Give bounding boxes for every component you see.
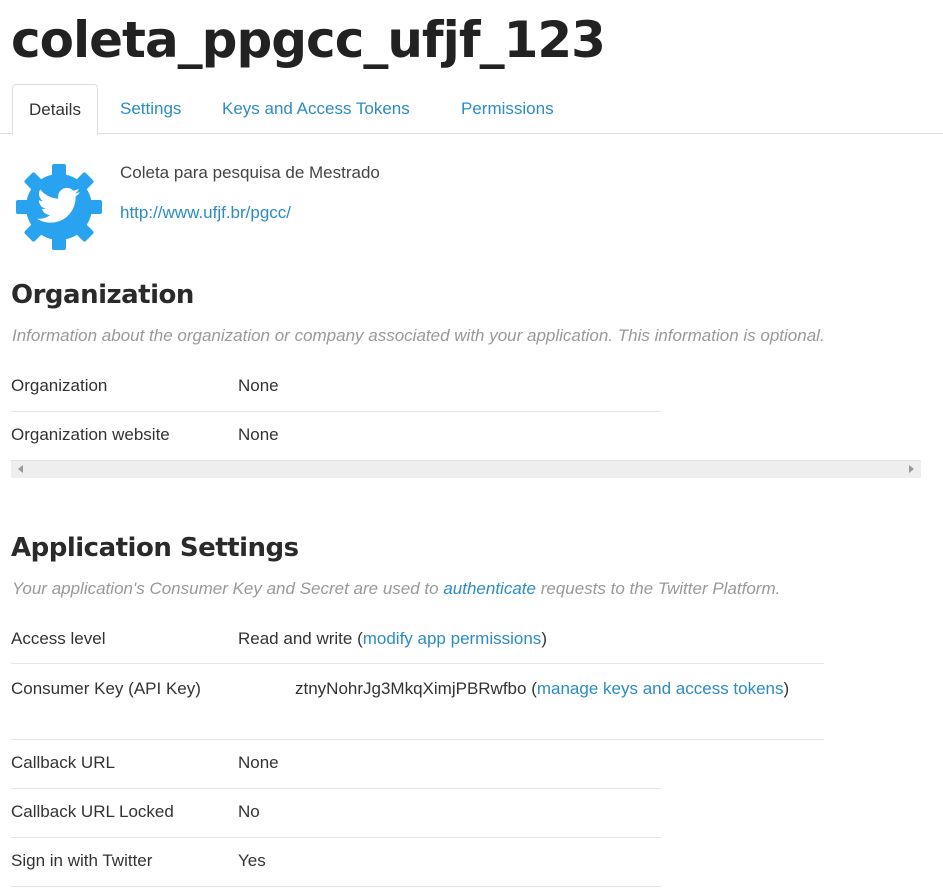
paren-open: (: [526, 679, 537, 698]
callback-url-label: Callback URL: [11, 753, 115, 772]
access-level-row: Access level Read and write (modify app …: [11, 615, 661, 664]
organization-row: Organization None: [11, 362, 661, 412]
access-level-label: Access level: [11, 629, 106, 648]
tab-bar: Details Settings Keys and Access Tokens …: [0, 84, 943, 135]
organization-website-label: Organization website: [11, 425, 170, 444]
tab-keys-and-access-tokens[interactable]: Keys and Access Tokens: [222, 84, 410, 134]
organization-website-row: Organization website None: [11, 412, 661, 460]
access-level-value: Read and write (modify app permissions): [238, 629, 547, 649]
modify-app-permissions-link[interactable]: modify app permissions: [363, 629, 542, 648]
organization-label: Organization: [11, 376, 108, 395]
manage-keys-link[interactable]: manage keys and access tokens: [537, 679, 784, 698]
organization-note: Information about the organization or co…: [12, 326, 825, 345]
paren-open: (: [352, 629, 363, 648]
scroll-left-arrow-icon[interactable]: [18, 465, 23, 473]
sign-in-with-twitter-row: Sign in with Twitter Yes: [11, 838, 661, 887]
consumer-key-text: ztnyNohrJg3MkqXimjPBRwfbo: [295, 679, 527, 698]
sign-in-with-twitter-label: Sign in with Twitter: [11, 851, 153, 870]
consumer-key-label: Consumer Key (API Key): [11, 679, 201, 698]
paren-close: ): [541, 629, 547, 648]
application-settings-note: Your application's Consumer Key and Secr…: [12, 579, 780, 599]
twitter-bird-gear-icon: [14, 162, 104, 252]
tab-permissions[interactable]: Permissions: [461, 84, 554, 134]
sign-in-with-twitter-value: Yes: [238, 851, 266, 870]
consumer-key-row: Consumer Key (API Key) ztnyNohrJg3MkqXim…: [11, 663, 824, 740]
scroll-right-arrow-icon[interactable]: [909, 465, 914, 473]
application-settings-heading: Application Settings: [11, 533, 299, 563]
callback-url-locked-row: Callback URL Locked No: [11, 789, 661, 838]
app-website-link[interactable]: http://www.ufjf.br/pgcc/: [120, 203, 291, 223]
access-level-text: Read and write: [238, 629, 353, 648]
note-text-after: requests to the Twitter Platform.: [535, 579, 781, 598]
organization-website-value: None: [238, 425, 279, 444]
app-description: Coleta para pesquisa de Mestrado: [120, 163, 380, 182]
callback-url-locked-value: No: [238, 802, 260, 821]
organization-heading: Organization: [11, 280, 194, 310]
callback-url-row: Callback URL None: [11, 740, 661, 789]
horizontal-scrollbar[interactable]: [11, 460, 921, 478]
page-title: coleta_ppgcc_ufjf_123: [11, 11, 606, 69]
note-text-before: Your application's Consumer Key and Secr…: [12, 579, 444, 598]
consumer-key-value: ztnyNohrJg3MkqXimjPBRwfbo (manage keys a…: [295, 675, 795, 702]
callback-url-locked-label: Callback URL Locked: [11, 802, 174, 821]
callback-url-value: None: [238, 753, 279, 772]
tab-settings[interactable]: Settings: [120, 84, 181, 134]
paren-close: ): [783, 679, 790, 698]
tab-details[interactable]: Details: [12, 84, 98, 135]
organization-value: None: [238, 376, 279, 395]
authenticate-link[interactable]: authenticate: [443, 579, 536, 598]
